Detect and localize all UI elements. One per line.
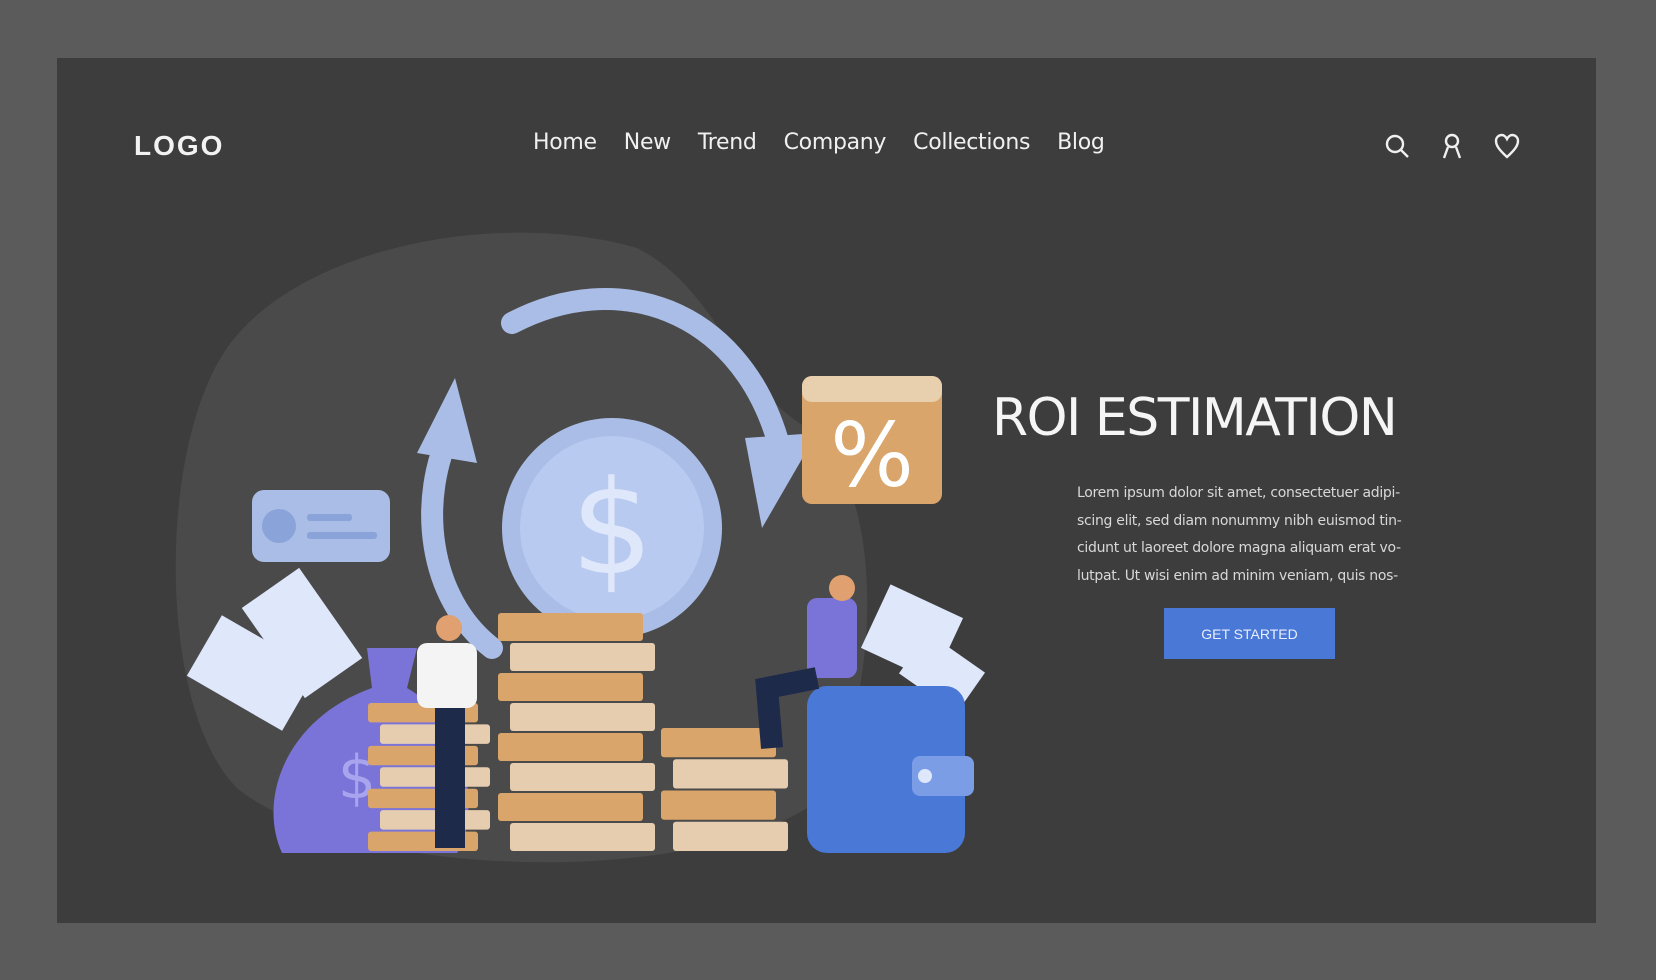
check-card-icon: [252, 490, 390, 562]
get-started-button[interactable]: GET STARTED: [1164, 608, 1335, 659]
coin: [673, 821, 788, 851]
coin: [661, 790, 776, 820]
coin: [498, 673, 643, 701]
svg-text:$: $: [571, 452, 654, 604]
nav-blog[interactable]: Blog: [1057, 130, 1105, 155]
main-nav: Home New Trend Company Collections Blog: [533, 130, 1105, 155]
page-panel: LOGO Home New Trend Company Collections …: [57, 58, 1596, 923]
description-line: cidunt ut laoreet dolore magna aliquam e…: [1077, 540, 1401, 556]
description-line: Lorem ipsum dolor sit amet, consectetuer…: [1077, 485, 1400, 501]
logo[interactable]: LOGO: [134, 130, 224, 162]
nav-home[interactable]: Home: [533, 130, 597, 155]
nav-trend[interactable]: Trend: [698, 130, 757, 155]
svg-text:%: %: [830, 404, 914, 507]
coin: [510, 643, 655, 671]
coin: [510, 703, 655, 731]
coin: [498, 733, 643, 761]
coin: [673, 759, 788, 789]
coin: [661, 728, 776, 758]
header-icons: [1383, 132, 1521, 160]
heart-icon[interactable]: [1493, 132, 1521, 160]
coin: [510, 763, 655, 791]
nav-company[interactable]: Company: [784, 130, 887, 155]
nav-collections[interactable]: Collections: [913, 130, 1030, 155]
hero-description: Lorem ipsum dolor sit amet, consectetuer…: [1077, 480, 1402, 590]
coin: [510, 823, 655, 851]
dollar-coin-icon: $: [502, 418, 722, 638]
coin: [498, 613, 643, 641]
roi-illustration: $ % $: [175, 232, 986, 863]
nav-new[interactable]: New: [624, 130, 671, 155]
page-title: ROI ESTIMATION: [992, 388, 1398, 448]
user-icon[interactable]: [1438, 132, 1466, 160]
coin: [498, 793, 643, 821]
description-line: lutpat. Ut wisi enim ad minim veniam, qu…: [1077, 567, 1398, 584]
search-icon[interactable]: [1383, 132, 1411, 160]
description-line: scing elit, sed diam nonummy nibh euismo…: [1077, 512, 1402, 529]
percent-badge-icon: %: [802, 376, 942, 507]
wallet-icon: [807, 686, 974, 853]
